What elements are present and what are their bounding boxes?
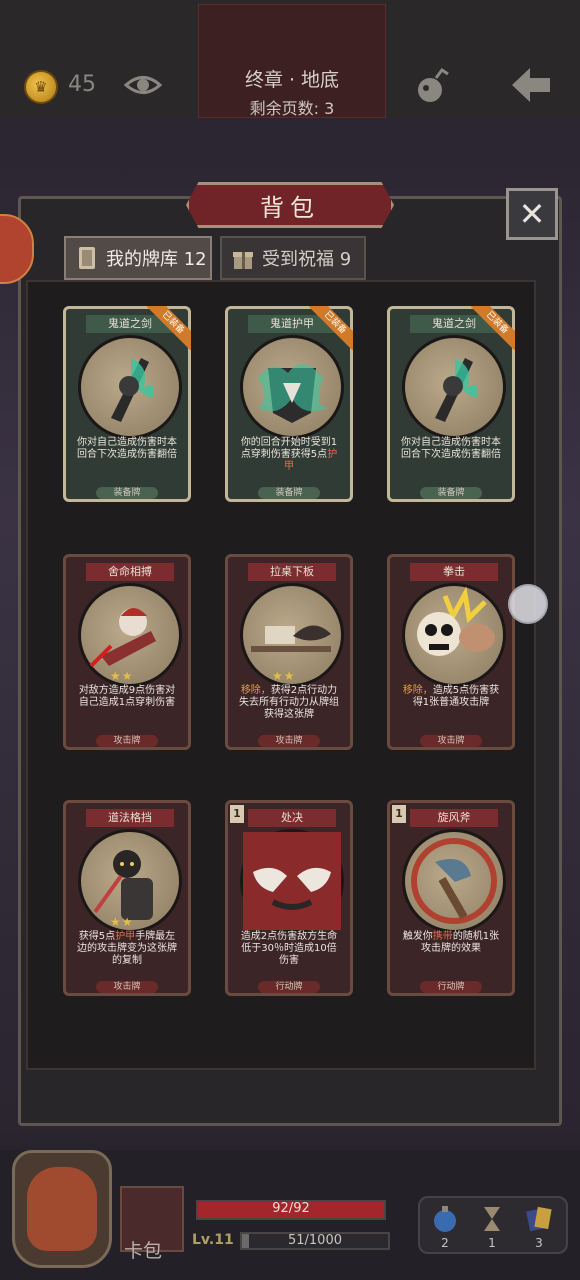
card-item[interactable]: 鬼道之剑 已装备 你对自己造成伤害时本回合下次造成伤害翻倍 装备牌	[63, 306, 191, 502]
card-art-sword	[78, 335, 182, 439]
tab-blessings[interactable]: 受到祝福 9	[220, 236, 366, 280]
bomb-icon[interactable]	[412, 66, 452, 104]
coin-icon: ♛	[24, 70, 58, 104]
card-art-armor	[240, 335, 344, 439]
equipped-badge: 已装备	[471, 306, 515, 350]
tab-my-deck[interactable]: 我的牌库 12	[64, 236, 212, 280]
card-item[interactable]: 1 旋风斧 触发你携带的随机1张攻击牌的效果 行动牌	[387, 800, 515, 996]
card-title: 旋风斧	[410, 809, 498, 827]
card-type: 装备牌	[96, 487, 158, 499]
coin-count: 45	[68, 72, 96, 97]
card-title: 舍命相搏	[86, 563, 174, 581]
card-type: 行动牌	[420, 981, 482, 993]
character-emblem-icon	[27, 1167, 97, 1251]
card-art-sword	[402, 335, 506, 439]
chapter-panel: 终章 · 地底 剩余页数: 3	[198, 4, 386, 118]
equipped-badge: 已装备	[309, 306, 353, 350]
chapter-title: 终章 · 地底	[244, 69, 340, 91]
pages-left: 剩余页数: 3	[249, 99, 335, 118]
star-rating: ★★	[110, 669, 134, 683]
card-title: 拉桌下板	[248, 563, 336, 581]
card-deck-icon	[79, 247, 95, 269]
hourglass-icon[interactable]	[477, 1204, 507, 1234]
game-screen: ♛ 45 终章 · 地底 剩余页数: 3 背包 ✕ 我的牌库 12 受到祝福 9…	[0, 0, 580, 1280]
potion-count: 2	[441, 1236, 449, 1250]
card-item[interactable]: 拉桌下板 ★★ 移除，获得2点行动力失去所有行动力从牌组获得这张牌 攻击牌	[225, 554, 353, 750]
card-title: 道法格挡	[86, 809, 174, 827]
card-title: 处决	[248, 809, 336, 827]
card-item[interactable]: 1 处决 造成2点伤害敌方生命低于30％时造成10倍伤害 行动牌	[225, 800, 353, 996]
close-button[interactable]: ✕	[506, 188, 558, 240]
star-rating: ★★	[110, 915, 134, 929]
tab-my-deck-label: 我的牌库 12	[106, 249, 207, 270]
assistive-touch-button[interactable]	[508, 584, 548, 624]
player-level: Lv.11	[192, 1232, 234, 1248]
xp-text: 51/1000	[287, 1233, 342, 1248]
card-description: 你对自己造成伤害时本回合下次造成伤害翻倍	[77, 437, 177, 460]
gift-icon	[233, 252, 253, 269]
card-title: 拳击	[410, 563, 498, 581]
card-art-execute	[240, 829, 344, 933]
card-art-whirlwind-axe	[402, 829, 506, 933]
cards-count: 3	[535, 1236, 543, 1250]
hourglass-count: 1	[488, 1236, 496, 1250]
card-item[interactable]: 鬼道护甲 已装备 你的回合开始时受到1点穿刺伤害获得5点护甲 装备牌	[225, 306, 353, 502]
card-bag-label: 卡包	[124, 1240, 163, 1262]
hp-text: 92/92	[272, 1201, 310, 1216]
card-type: 攻击牌	[258, 735, 320, 747]
card-description: 造成2点伤害敌方生命低于30％时造成10倍伤害	[240, 931, 338, 966]
equipped-badge: 已装备	[147, 306, 191, 350]
card-art-punch	[402, 583, 506, 687]
close-icon: ✕	[518, 195, 546, 233]
card-description: 移除，造成5点伤害获得1张普通攻击牌	[402, 685, 500, 708]
character-portrait[interactable]	[12, 1150, 112, 1268]
card-item[interactable]: 拳击 移除，造成5点伤害获得1张普通攻击牌 攻击牌	[387, 554, 515, 750]
cards-icon[interactable]	[524, 1204, 554, 1234]
card-description: 获得5点护甲手牌最左边的攻击牌变为这张牌的复制	[77, 931, 177, 966]
card-item[interactable]: 道法格挡 ★★ 获得5点护甲手牌最左边的攻击牌变为这张牌的复制 攻击牌	[63, 800, 191, 996]
card-level: 1	[230, 805, 244, 823]
card-description: 你的回合开始时受到1点穿刺伤害获得5点护甲	[240, 437, 338, 472]
card-level: 1	[392, 805, 406, 823]
card-description: 你对自己造成伤害时本回合下次造成伤害翻倍	[401, 437, 501, 460]
star-rating: ★★	[272, 669, 296, 683]
card-type: 行动牌	[258, 981, 320, 993]
card-type: 装备牌	[258, 487, 320, 499]
bag-title: 背包	[186, 182, 394, 228]
card-type: 攻击牌	[96, 981, 158, 993]
eye-icon[interactable]	[124, 68, 162, 102]
tab-blessings-label: 受到祝福 9	[262, 249, 352, 270]
potion-icon[interactable]	[430, 1204, 460, 1234]
card-description: 触发你携带的随机1张攻击牌的效果	[402, 931, 500, 954]
card-description: 移除，获得2点行动力失去所有行动力从牌组获得这张牌	[239, 685, 339, 720]
back-arrow-icon[interactable]	[508, 64, 554, 106]
card-type: 装备牌	[420, 487, 482, 499]
card-type: 攻击牌	[420, 735, 482, 747]
card-item[interactable]: 舍命相搏 ★★ 对敌方造成9点伤害对自己造成1点穿刺伤害 攻击牌	[63, 554, 191, 750]
card-description: 对敌方造成9点伤害对自己造成1点穿刺伤害	[78, 685, 176, 708]
card-type: 攻击牌	[96, 735, 158, 747]
card-item[interactable]: 鬼道之剑 已装备 你对自己造成伤害时本回合下次造成伤害翻倍 装备牌	[387, 306, 515, 502]
